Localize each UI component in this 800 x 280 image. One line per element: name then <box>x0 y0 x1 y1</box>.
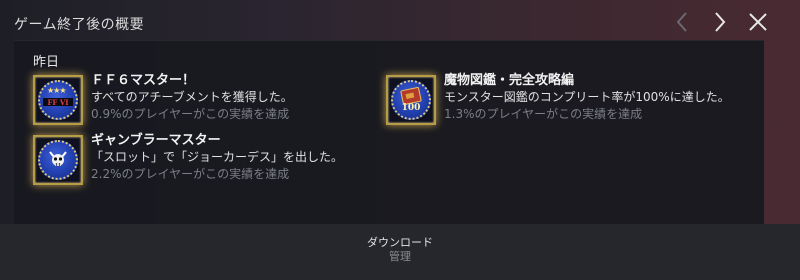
close-icon <box>749 13 767 31</box>
badge-100: 100 <box>401 103 421 113</box>
manage-label[interactable]: 管理 <box>0 248 800 264</box>
ff6-emblem-medal-icon: ★★★ FF VI <box>33 75 83 125</box>
achievement-description: すべてのアチーブメントを獲得した。 <box>91 90 293 104</box>
joker-skull-medal-icon <box>33 135 83 185</box>
header-nav <box>670 10 770 34</box>
previous-button[interactable] <box>670 10 694 34</box>
achievement-name: 魔物図鑑・完全攻略編 <box>444 73 575 88</box>
achievement-rate: 0.9%のプレイヤーがこの実績を達成 <box>91 107 290 121</box>
achievement-name: ＦＦ６マスター！ <box>91 73 196 88</box>
header-title: ゲーム終了後の概要 <box>14 17 145 33</box>
bestiary-book-medal-icon: 100 <box>386 75 436 125</box>
section-label-yesterday: 昨日 <box>33 55 60 70</box>
achievement-name: ギャンブラーマスター <box>91 133 221 148</box>
achievement-description: モンスター図鑑のコンプリート率が100%に達した。 <box>444 90 730 104</box>
achievements-panel: 昨日 ★★★ FF VI ＦＦ６マスター！ すべてのアチーブメントを獲得した。 … <box>14 40 764 224</box>
achievement-rate: 2.2%のプレイヤーがこの実績を達成 <box>91 167 290 181</box>
achievement-rate: 1.3%のプレイヤーがこの実績を達成 <box>444 107 643 121</box>
svg-text:FF VI: FF VI <box>47 98 68 107</box>
achievement-description: 「スロット」で「ジョーカーデス」を出した。 <box>91 150 344 164</box>
close-button[interactable] <box>746 10 770 34</box>
next-button[interactable] <box>708 10 732 34</box>
chevron-right-icon <box>715 12 726 32</box>
footer-bar: ダウンロード 管理 <box>0 224 800 280</box>
chevron-left-icon <box>676 12 687 32</box>
